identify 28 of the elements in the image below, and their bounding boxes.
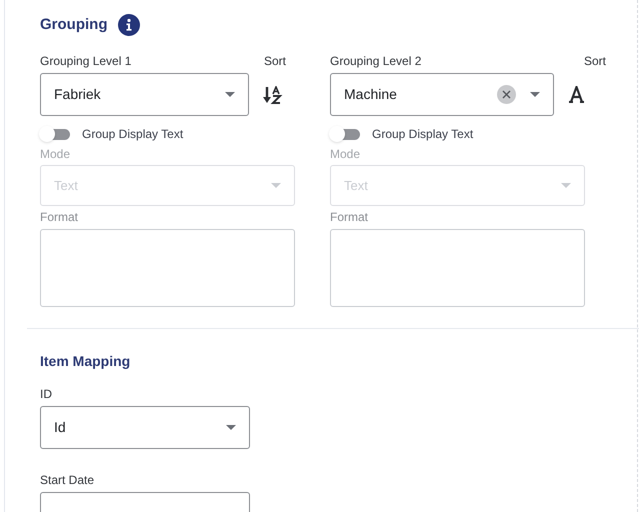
field-label: Mode: [330, 146, 362, 163]
letter-icon[interactable]: [568, 86, 585, 103]
toggle-label: Group Display Text: [372, 126, 474, 143]
select-field[interactable]: Id: [40, 406, 250, 449]
caret-icon: [561, 183, 571, 188]
clear-icon[interactable]: [497, 85, 516, 104]
field-label: Grouping Level 1: [40, 53, 132, 70]
field-label: Sort: [264, 53, 286, 70]
select-field[interactable]: Fabriek: [40, 73, 249, 116]
toggle-switch[interactable]: [329, 126, 362, 142]
caret-icon: [530, 92, 540, 97]
caret-icon: [271, 183, 281, 188]
caret-icon: [226, 425, 236, 430]
toggle-label: Group Display Text: [82, 126, 184, 143]
select-field[interactable]: Machine: [330, 73, 554, 116]
field-label: Mode: [40, 146, 72, 163]
field-label: Grouping Level 2: [330, 53, 422, 70]
info-icon[interactable]: [118, 14, 140, 36]
field-label: Sort: [584, 53, 606, 70]
toggle-switch[interactable]: [39, 126, 72, 142]
field-label: Start Date: [40, 472, 96, 487]
sort-ascending-icon[interactable]: [263, 86, 283, 104]
section-title: Item Mapping: [40, 352, 132, 371]
field-label: Format: [40, 209, 80, 226]
field-label: Format: [330, 209, 370, 226]
section-title: Grouping: [40, 14, 108, 35]
field-label: ID: [40, 386, 53, 401]
caret-icon: [225, 92, 235, 97]
